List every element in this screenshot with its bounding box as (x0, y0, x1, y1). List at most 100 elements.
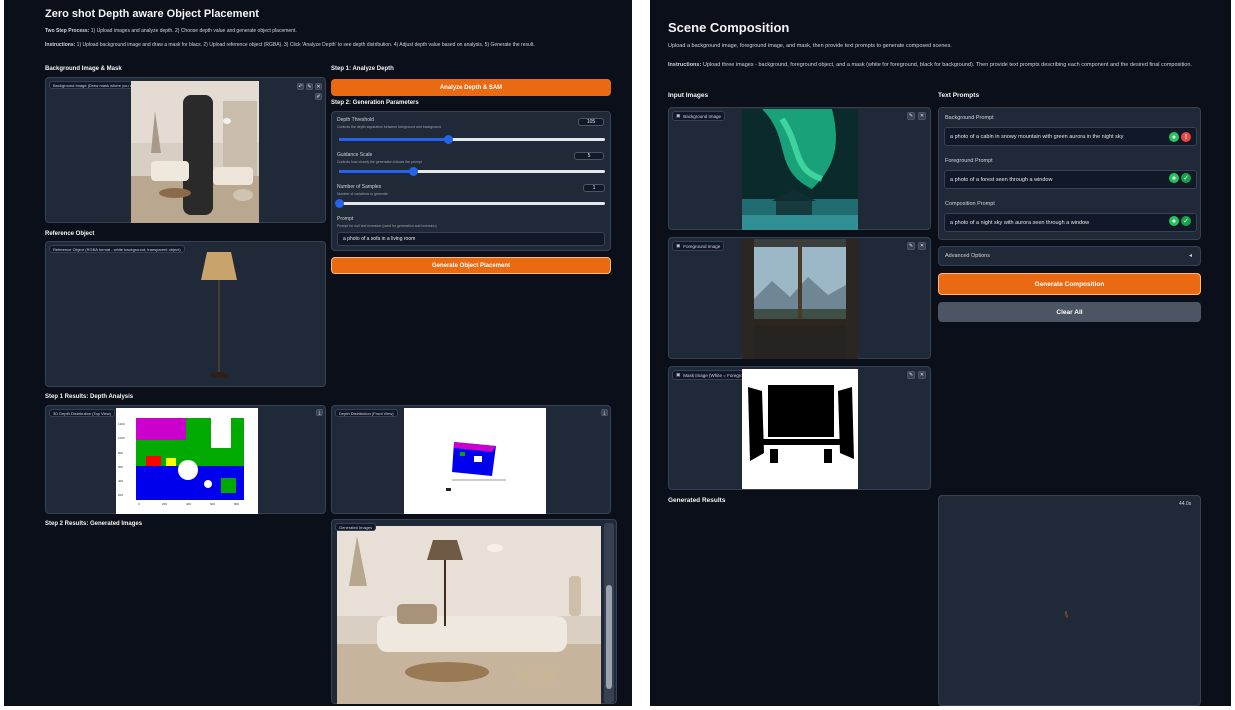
slider-thumb[interactable] (409, 167, 419, 176)
page-title: Scene Composition (668, 20, 790, 35)
grammar-badge[interactable]: ● ✓ (1169, 173, 1191, 183)
prompt-desc: Prompt for null text inversion (used for… (337, 224, 437, 228)
step1-title: Step 1: Analyze Depth (331, 66, 394, 72)
y-tick-labels: 1200 1000 800 600 400 200 (116, 408, 134, 502)
depth-front-label: Depth Distribution (Front View) (335, 409, 398, 417)
timer: 44.0s (1179, 501, 1192, 507)
fg-image-label: ▣ Foreground Image (672, 241, 725, 251)
close-icon[interactable]: ✕ (918, 371, 926, 379)
depth-threshold-desc: Controls the depth separation between fo… (337, 125, 442, 129)
generate-composition-button[interactable]: Generate Composition (938, 273, 1201, 295)
advanced-options-accordion[interactable]: Advanced Options ◂ (938, 246, 1201, 266)
loading-spinner-icon: ⫽ (1062, 609, 1071, 620)
generated-label-text: Generated Images (339, 524, 373, 530)
bg-prompt-value: a photo of a cabin in snowy mountain wit… (950, 133, 1124, 140)
y-tick-label: 1200 (118, 422, 125, 426)
undo-icon[interactable]: ↶ (297, 83, 304, 90)
slider-thumb[interactable] (335, 199, 344, 208)
alert-icon: ! (1181, 132, 1191, 142)
input-images-title: Input Images (668, 92, 709, 99)
scrollbar-thumb[interactable] (606, 585, 612, 689)
pencil-icon[interactable]: ✎ (907, 371, 915, 379)
generation-params-block: Depth Threshold Controls the depth separ… (331, 111, 611, 251)
generated-images-gallery[interactable]: Generated Images (331, 519, 617, 704)
depth-top-view-panel: 3D Depth Distribution (Top View) ⤓ 1200 … (45, 405, 326, 514)
y-tick-label: 400 (118, 479, 124, 483)
comp-prompt-input[interactable]: a photo of a night sky with aurora seen … (944, 213, 1197, 232)
guidance-scale-input[interactable]: 5 (574, 152, 604, 160)
two-step-label: Two Step Process: (45, 28, 90, 34)
ref-section-title: Reference Object (45, 231, 95, 237)
guidance-scale-slider[interactable] (339, 167, 605, 176)
page-title: Zero shot Depth aware Object Placement (45, 8, 259, 20)
clear-all-button[interactable]: Clear All (938, 302, 1201, 322)
depth-top-label: 3D Depth Distribution (Top View) (49, 409, 115, 417)
floor-lamp-image (201, 252, 237, 378)
pencil-icon[interactable]: ✎ (306, 83, 313, 90)
living-room-photo (131, 81, 259, 223)
slider-fill (339, 170, 414, 173)
generated-label: Generated Images (335, 523, 377, 531)
guidance-scale-desc: Controls how closely the generation foll… (337, 160, 422, 164)
bg-prompt-input[interactable]: a photo of a cabin in snowy mountain wit… (944, 127, 1197, 146)
slider-thumb[interactable] (444, 135, 454, 144)
intro-text: Upload a background image, foreground im… (668, 43, 952, 49)
text-prompts-block: Background Prompt a photo of a cabin in … (938, 107, 1201, 240)
x-tick-labels: 0 200 400 600 800 (138, 502, 246, 510)
instructions-note: Instructions: Upload three images - back… (668, 61, 1224, 70)
close-icon[interactable]: ✕ (918, 112, 926, 120)
check-icon: ✓ (1181, 216, 1191, 226)
bg-section-title: Background Image & Mask (45, 66, 122, 72)
image-icon: ▣ (676, 113, 681, 118)
analyze-depth-button[interactable]: Analyze Depth & SAM (331, 79, 611, 96)
x-tick-label: 0 (138, 502, 140, 506)
pencil-icon[interactable]: ✎ (907, 242, 915, 250)
results1-title: Step 1 Results: Depth Analysis (45, 394, 134, 400)
y-tick-label: 1000 (118, 436, 125, 440)
prompt-input[interactable]: a photo of a sofa in a living room (337, 232, 605, 246)
num-samples-input[interactable]: 1 (583, 184, 605, 192)
grammar-badge[interactable]: ● ✓ (1169, 216, 1191, 226)
aurora-cabin-image (742, 109, 858, 230)
depth-threshold-slider[interactable] (339, 135, 605, 144)
x-tick-label: 200 (162, 502, 168, 506)
generate-placement-button[interactable]: Generate Object Placement (331, 257, 611, 274)
grammar-badge[interactable]: ●! (1169, 132, 1191, 142)
x-tick-label: 800 (234, 502, 240, 506)
foreground-image-upload[interactable]: ▣ Foreground Image ✎ ✕ (668, 237, 931, 359)
generated-results-panel: 44.0s ⫽ (938, 495, 1201, 706)
y-tick-label: 200 (118, 493, 124, 497)
text-prompts-title: Text Prompts (938, 92, 980, 99)
reference-object-upload[interactable]: Reference Object (RGBA format - white ba… (45, 241, 326, 387)
two-step-text: 1) Upload images and analyze depth. 2) C… (90, 28, 297, 34)
num-samples-slider[interactable] (335, 199, 605, 208)
fg-image-label-text: Foreground Image (683, 243, 721, 249)
instructions-label: Instructions: (45, 42, 76, 48)
background-image-upload[interactable]: ▣ Background Image ✎ ✕ (668, 107, 931, 230)
brush-icon[interactable]: ✐ (315, 93, 322, 100)
instructions-text: 1) Upload background image and draw a ma… (76, 42, 535, 48)
y-tick-label: 800 (118, 451, 124, 455)
depth-front-view-panel: Depth Distribution (Front View) ⤓ (331, 405, 611, 514)
close-icon[interactable]: ✕ (315, 83, 322, 90)
mask-image (742, 369, 858, 489)
fg-prompt-input[interactable]: a photo of a forest seen through a windo… (944, 170, 1197, 189)
num-samples-desc: Number of variations to generate (337, 192, 388, 196)
gallery-scrollbar[interactable] (604, 523, 614, 703)
download-icon[interactable]: ⤓ (601, 409, 608, 416)
instructions-note: Instructions: 1) Upload background image… (45, 42, 585, 48)
fg-prompt-value: a photo of a forest seen through a windo… (950, 176, 1053, 183)
slider-fill (339, 138, 449, 141)
pencil-icon[interactable]: ✎ (907, 112, 915, 120)
bg-image-label-text: Background Image (683, 113, 722, 119)
comp-prompt-label: Composition Prompt (945, 201, 995, 207)
download-icon[interactable]: ⤓ (316, 409, 323, 416)
fg-prompt-label: Foreground Prompt (945, 158, 993, 164)
background-image-editor[interactable]: Background Image (Draw mask where you wa… (45, 77, 326, 223)
mask-image-upload[interactable]: ▣ Mask Image (White = Foreground, Black =… (668, 366, 931, 490)
pin-icon: ● (1169, 173, 1179, 183)
depth-threshold-input[interactable]: 105 (578, 118, 604, 126)
advanced-options-label: Advanced Options (945, 253, 990, 259)
depth-front-chart (404, 408, 546, 514)
close-icon[interactable]: ✕ (918, 242, 926, 250)
